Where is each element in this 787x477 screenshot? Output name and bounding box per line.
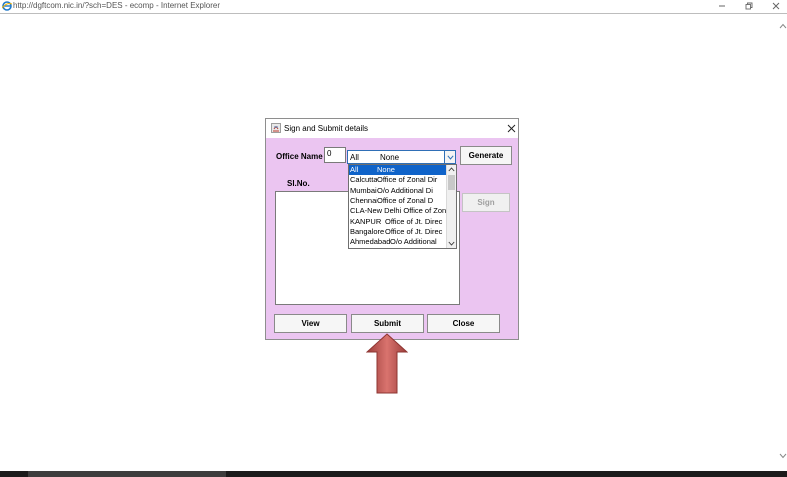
dialog-title: Sign and Submit details bbox=[284, 124, 369, 133]
dialog-body: Office Name 0 All None Generate Sl.No. Si… bbox=[266, 138, 518, 339]
option-code: Mumbai bbox=[350, 185, 377, 195]
dropdown-option[interactable]: ChennaiOffice of Zonal D bbox=[349, 196, 446, 206]
title-divider bbox=[0, 13, 787, 14]
restore-icon bbox=[745, 2, 753, 10]
submit-button[interactable]: Submit bbox=[351, 314, 424, 333]
slno-column-header: Sl.No. bbox=[287, 179, 310, 188]
browser-title-bar: http://dgftcom.nic.in/?sch=DES - ecomp -… bbox=[0, 0, 787, 13]
dropdown-scroll-down[interactable] bbox=[447, 239, 456, 248]
dropdown-option[interactable]: MumbaiO/o Additional Di bbox=[349, 186, 446, 196]
combo-selected-name: None bbox=[380, 153, 400, 162]
dropdown-option[interactable]: CLA-New Delhi Office of Zona bbox=[349, 206, 446, 216]
option-code: Chennai bbox=[350, 195, 377, 205]
option-name: None bbox=[377, 165, 395, 174]
ie-icon bbox=[2, 1, 12, 11]
chevron-down-icon bbox=[779, 453, 786, 459]
sign-submit-dialog: Sign and Submit details Office Name 0 Al… bbox=[265, 118, 519, 340]
option-code: All bbox=[350, 165, 359, 174]
dropdown-option[interactable]: AhmedabadO/o Additional bbox=[349, 237, 446, 247]
dropdown-option[interactable]: KANPUR Office of Jt. Direc bbox=[349, 217, 446, 227]
option-name: O/o Additional bbox=[390, 237, 437, 247]
chevron-up-icon bbox=[779, 23, 786, 29]
scroll-down-button[interactable] bbox=[778, 450, 787, 462]
dropdown-scroll-thumb[interactable] bbox=[448, 175, 455, 190]
option-code: Ahmedabad bbox=[350, 237, 390, 247]
dropdown-option[interactable]: CalcuttaOffice of Zonal Dir bbox=[349, 175, 446, 185]
taskbar-active-item[interactable] bbox=[28, 471, 226, 477]
dropdown-scrollbar[interactable] bbox=[446, 165, 456, 248]
annotation-arrow-icon bbox=[366, 333, 408, 394]
dropdown-option[interactable]: All None bbox=[349, 165, 446, 176]
close-button[interactable]: Close bbox=[427, 314, 500, 333]
scroll-up-button[interactable] bbox=[778, 20, 787, 32]
combo-selected-value: All None bbox=[350, 153, 399, 162]
sign-button[interactable]: Sign bbox=[462, 193, 510, 212]
combo-arrow-button[interactable] bbox=[444, 151, 455, 163]
office-name-input[interactable]: 0 bbox=[324, 147, 346, 163]
dropdown-option[interactable]: BangaloreOffice of Jt. Direc bbox=[349, 227, 446, 237]
option-name: Office of Jt. Direc bbox=[385, 226, 443, 236]
browser-close-button[interactable] bbox=[762, 0, 787, 12]
option-name: Office of Zonal D bbox=[377, 195, 434, 205]
dialog-close-button[interactable] bbox=[504, 121, 518, 135]
chevron-down-icon bbox=[446, 154, 454, 160]
office-name-label: Office Name bbox=[276, 152, 323, 161]
option-code: Bangalore bbox=[350, 226, 385, 236]
minimize-button[interactable] bbox=[708, 0, 736, 12]
chevron-up-icon bbox=[448, 167, 455, 172]
restore-button[interactable] bbox=[735, 0, 763, 12]
option-code: CLA-New Delhi bbox=[350, 206, 402, 216]
close-icon bbox=[507, 124, 515, 132]
option-name: Office of Jt. Direc bbox=[385, 216, 443, 226]
browser-title: http://dgftcom.nic.in/?sch=DES - ecomp -… bbox=[13, 1, 220, 10]
view-button[interactable]: View bbox=[274, 314, 347, 333]
option-code: Calcutta bbox=[350, 175, 377, 185]
minimize-icon bbox=[719, 5, 725, 7]
combo-selected-code: All bbox=[350, 153, 359, 162]
close-icon bbox=[772, 2, 780, 10]
dropdown-scroll-up[interactable] bbox=[447, 165, 456, 174]
java-app-icon bbox=[271, 123, 281, 133]
dialog-title-bar: Sign and Submit details bbox=[266, 119, 518, 138]
option-code: KANPUR bbox=[350, 216, 382, 226]
option-name: Office of Zona bbox=[403, 206, 446, 216]
option-name: Office of Zonal Dir bbox=[377, 175, 438, 185]
option-name: O/o Additional Di bbox=[377, 185, 433, 195]
generate-button[interactable]: Generate bbox=[460, 146, 512, 165]
page-scrollbar[interactable] bbox=[778, 14, 787, 465]
chevron-down-icon bbox=[448, 241, 455, 246]
office-dropdown-list[interactable]: All None CalcuttaOffice of Zonal Dir Mumb… bbox=[348, 164, 457, 249]
office-combo[interactable]: All None bbox=[347, 150, 456, 164]
